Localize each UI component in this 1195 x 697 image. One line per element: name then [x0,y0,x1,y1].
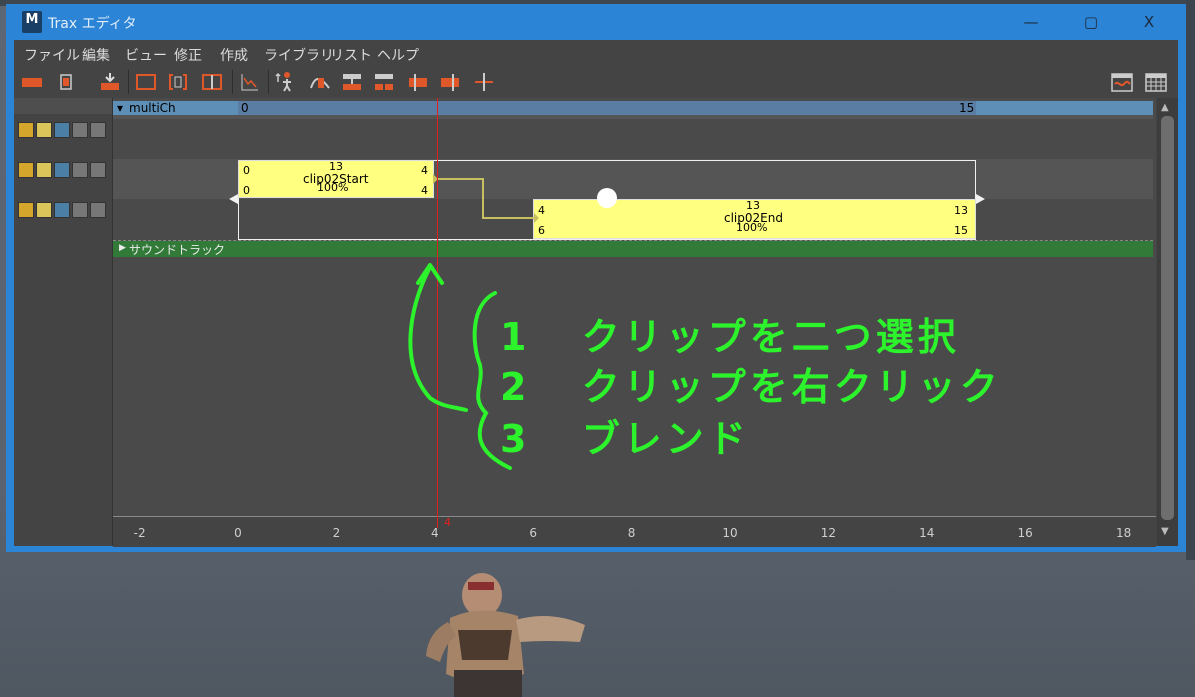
mute-icon[interactable] [54,202,70,218]
scroll-up-icon[interactable]: ▲ [1161,102,1169,113]
merge-icon[interactable] [340,70,364,94]
annotation-number: 1 [500,315,531,359]
menu-file[interactable]: ファイル [24,45,80,65]
viewport-character-figure [426,573,585,697]
maximize-button[interactable]: ▢ [1062,4,1120,40]
menu-edit[interactable]: 編集 [82,45,110,65]
solo-icon[interactable] [36,202,52,218]
lock-icon[interactable] [18,162,34,178]
load-icon[interactable] [98,70,122,94]
annotation-arrow-head-icon [416,263,444,285]
menu-list[interactable]: リスト [330,45,372,65]
annotation-line-3: 3 ブレンド [500,408,750,463]
toolbar [14,66,1178,98]
close-button[interactable]: X [1120,4,1178,40]
character-row-control [14,98,112,114]
move-up-icon[interactable] [72,122,88,138]
track-control-row [14,200,112,220]
annotation-number: 3 [500,417,531,461]
trim-before-icon[interactable] [406,70,430,94]
menu-bar: ファイル 編集 ビュー 修正 作成 ライブラリ リスト ヘルプ [14,40,1178,66]
blend-handle-icon [597,188,617,208]
window-title: Trax エディタ [48,16,137,32]
sound-track[interactable]: ▶ サウンドトラック [113,241,1153,257]
ruler-tick-label: 0 [234,526,242,540]
sound-track-label: サウンドトラック [129,243,226,257]
vertical-scrollbar[interactable]: ▲ ▼ [1157,98,1178,546]
track-controls-panel [14,98,113,546]
desktop-right-strip [1186,0,1195,560]
ruler-tick-label: 16 [1017,526,1033,540]
ruler-tick-label: 6 [529,526,538,540]
minimize-button[interactable]: — [1002,4,1060,40]
clip-icon[interactable] [20,70,44,94]
annotation-text: クリップを右クリック [581,365,1002,409]
mute-icon[interactable] [54,122,70,138]
trim-after-icon[interactable] [438,70,462,94]
move-down-icon[interactable] [90,202,106,218]
graph-icon[interactable] [238,70,262,94]
mute-icon[interactable] [54,162,70,178]
character-icon[interactable] [274,70,298,94]
toolbar-separator [268,70,269,94]
annotation-text: ブレンド [581,417,750,461]
annotation-line-2: 2 クリップを右クリック [500,356,1002,411]
annotation-line-1: 1 クリップを二つ選択 [500,306,960,361]
time-marker-icon[interactable] [472,70,496,94]
move-down-icon[interactable] [90,162,106,178]
ruler-tick-label: 2 [332,526,341,540]
ruler-tick-label: -2 [133,526,146,540]
trax-editor-window: M Trax エディタ — ▢ X ファイル 編集 ビュー 修正 作成 ライブラ… [6,4,1186,552]
solo-icon[interactable] [36,122,52,138]
frame-selection-icon[interactable] [200,70,224,94]
annotation-text: クリップを二つ選択 [581,315,960,359]
menu-modify[interactable]: 修正 [174,45,202,65]
frame-playback-icon[interactable] [166,70,190,94]
blend-curve-overlay [433,174,617,223]
blend-arrow-icon [534,213,539,223]
split-icon[interactable] [372,70,396,94]
ruler-tick-label: 8 [627,526,636,540]
ruler-tick-label: 14 [919,526,935,540]
scroll-down-icon[interactable]: ▼ [1161,526,1169,537]
lock-icon[interactable] [18,122,34,138]
move-up-icon[interactable] [72,162,88,178]
lock-icon[interactable] [18,202,34,218]
move-down-icon[interactable] [90,122,106,138]
blend-icon[interactable] [308,70,332,94]
current-time-label: 4 [444,516,451,529]
grid-icon[interactable] [1144,70,1168,94]
toolbar-separator [232,70,233,94]
move-up-icon[interactable] [72,202,88,218]
track-control-row [14,160,112,180]
ruler-tick-label: 4 [430,526,439,540]
ruler-tick-label: 12 [820,526,837,540]
camera-sequencer-icon[interactable] [1110,70,1134,94]
toolbar-separator [128,70,129,94]
title-bar[interactable]: M Trax エディタ — ▢ X [6,4,1186,40]
menu-library[interactable]: ライブラリ [264,45,334,65]
annotation-number: 2 [500,365,531,409]
editor-client-area: ファイル 編集 ビュー 修正 作成 ライブラリ リスト ヘルプ ▾ multiC… [14,40,1178,547]
ruler-tick-label: 18 [1115,526,1132,540]
annotation-arrow-curve [408,265,468,412]
ruler-tick-label: 10 [722,526,738,540]
blend-connector-line [434,178,535,219]
menu-create[interactable]: 作成 [220,45,248,65]
menu-help[interactable]: ヘルプ [377,45,419,65]
scrollbar-thumb[interactable] [1161,116,1174,520]
track-control-row [14,120,112,140]
maya-app-icon: M [22,11,42,33]
solo-icon[interactable] [36,162,52,178]
frame-all-icon[interactable] [134,70,158,94]
track-icon[interactable] [54,70,78,94]
time-ruler[interactable]: -2 0 2 4 6 8 10 12 14 16 18 [113,516,1156,547]
expand-triangle-icon[interactable]: ▶ [119,241,126,256]
menu-view[interactable]: ビュー [125,45,167,65]
